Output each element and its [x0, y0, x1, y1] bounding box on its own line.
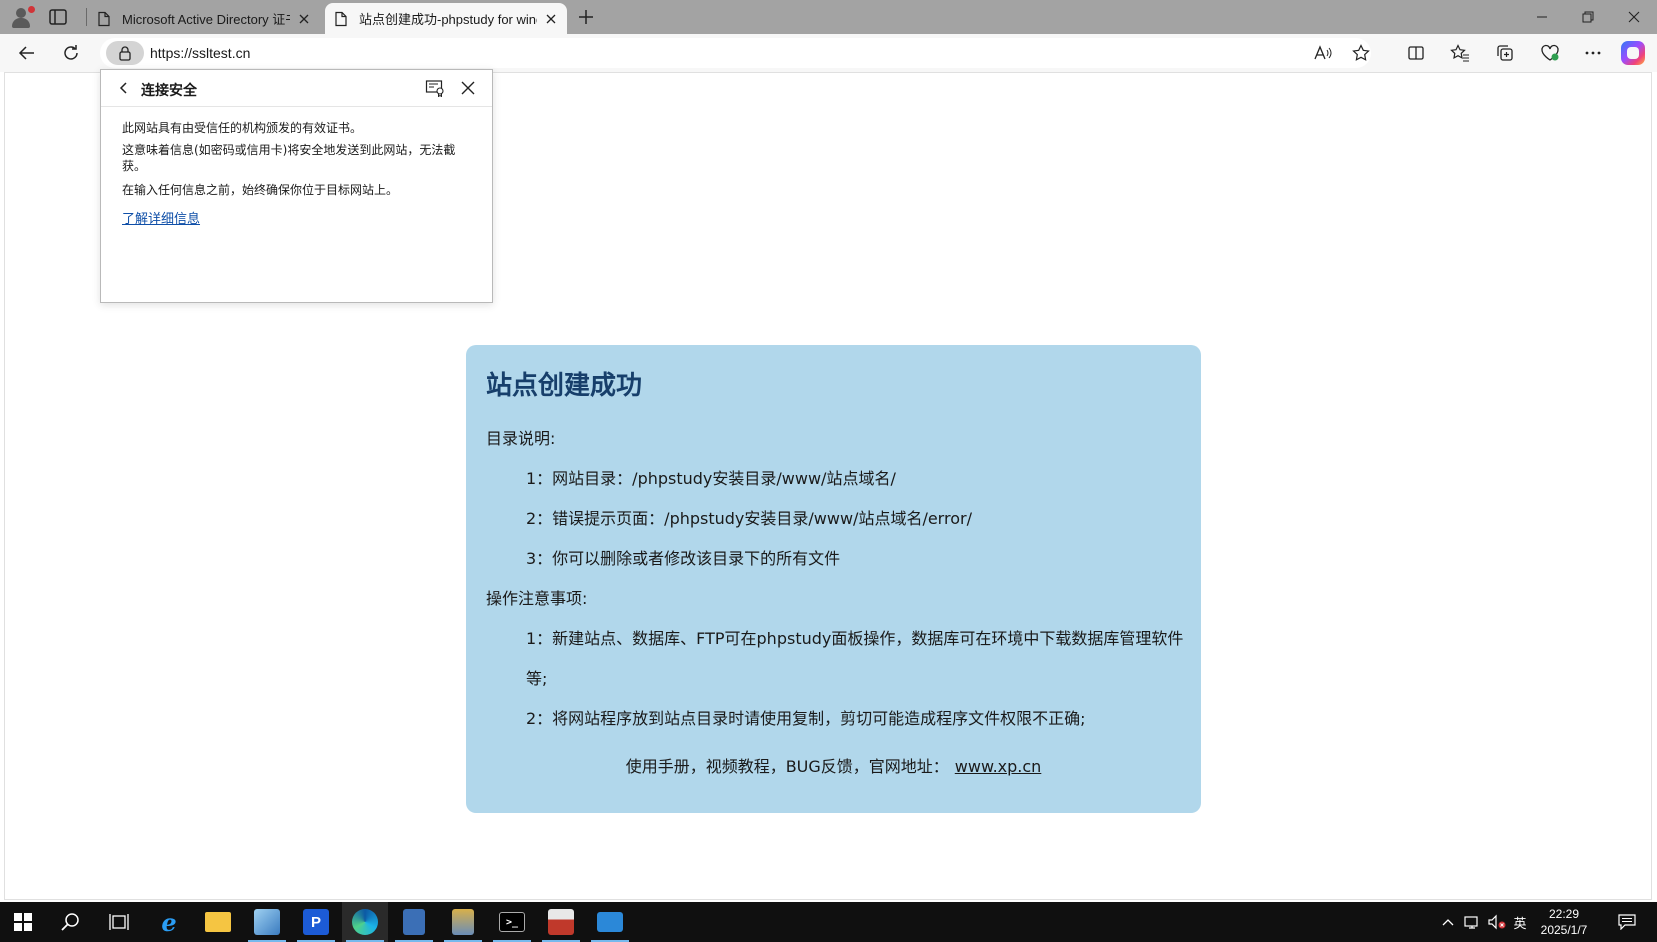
page-icon — [98, 11, 110, 26]
network-icon[interactable] — [1462, 902, 1484, 942]
lock-icon[interactable] — [106, 41, 144, 65]
notifications-icon[interactable] — [1612, 902, 1642, 942]
minimize-icon[interactable] — [1519, 0, 1565, 34]
tab-phpstudy[interactable]: 站点创建成功-phpstudy for windc — [325, 3, 567, 34]
official-site-link[interactable]: www.xp.cn — [955, 757, 1042, 776]
split-screen-icon[interactable] — [1403, 41, 1429, 65]
tab-strip: Microsoft Active Directory 证书服 站点创建成功-ph… — [0, 0, 1657, 34]
certificate-authority-icon[interactable] — [440, 902, 486, 942]
server-manager-icon[interactable] — [391, 902, 437, 942]
close-icon[interactable] — [459, 79, 477, 97]
tab-title: 站点创建成功-phpstudy for windc — [359, 12, 537, 27]
clock[interactable]: 22:29 2025/1/7 — [1534, 906, 1594, 938]
url-text[interactable]: https://ssltest.cn — [150, 45, 250, 61]
dir-item: 2：错误提示页面：/phpstudy安装目录/www/站点域名/error/ — [526, 509, 972, 528]
popup-title: 连接安全 — [141, 83, 197, 99]
windows-taskbar: e P >_ 英 22:29 2025/1/7 — [0, 902, 1657, 942]
popup-text-check-site: 在输入任何信息之前，始终确保你位于目标网站上。 — [122, 183, 399, 197]
dir-heading: 目录说明: — [486, 429, 556, 448]
certificate-icon[interactable] — [425, 79, 445, 97]
browser-toolbar: https://ssltest.cn — [0, 34, 1657, 72]
footer-text: 使用手册，视频教程，BUG反馈，官网地址： — [625, 757, 949, 776]
connection-security-popup: 连接安全 此网站具有由受信任的机构颁发的有效证书。 这意味着信息(如密码或信用卡… — [100, 69, 493, 303]
more-options-icon[interactable] — [1580, 41, 1606, 65]
favorites-icon[interactable] — [1447, 41, 1473, 65]
workspaces-icon[interactable] — [48, 7, 72, 27]
app-icon[interactable] — [538, 902, 584, 942]
internet-explorer-icon[interactable]: e — [146, 902, 192, 942]
note-item-continued: 等; — [526, 669, 548, 688]
tab-title: Microsoft Active Directory 证书服 — [122, 12, 290, 27]
input-method-indicator[interactable]: 英 — [1508, 902, 1532, 942]
popup-header: 连接安全 — [101, 70, 492, 107]
command-prompt-icon[interactable]: >_ — [489, 902, 535, 942]
note-item: 2：将网站程序放到站点目录时请使用复制，剪切可能造成程序文件权限不正确; — [526, 709, 1086, 728]
clock-date: 2025/1/7 — [1540, 923, 1588, 937]
read-aloud-icon[interactable] — [1312, 42, 1334, 64]
note-item: 1：新建站点、数据库、FTP可在phpstudy面板操作，数据库可在环境中下载数… — [526, 629, 1184, 648]
dir-item: 3：你可以删除或者修改该目录下的所有文件 — [526, 549, 841, 568]
page-icon — [335, 11, 347, 26]
page-title: 站点创建成功 — [486, 371, 643, 401]
volume-muted-icon[interactable] — [1486, 902, 1508, 942]
file-explorer-icon[interactable] — [195, 902, 241, 942]
notes-heading: 操作注意事项: — [486, 589, 588, 608]
task-view-icon[interactable] — [96, 902, 142, 942]
dir-item: 1：网站目录：/phpstudy安装目录/www/站点域名/ — [526, 469, 896, 488]
edge-icon[interactable] — [342, 902, 388, 942]
popup-text-secure-send: 这意味着信息(如密码或信用卡)将安全地发送到此网站，无法截获。 — [122, 143, 456, 173]
close-window-icon[interactable] — [1611, 0, 1657, 34]
back-arrow-icon[interactable] — [117, 81, 131, 95]
collections-icon[interactable] — [1492, 41, 1518, 65]
profile-avatar-icon[interactable] — [8, 5, 35, 29]
clock-time: 22:29 — [1548, 907, 1580, 921]
restore-icon[interactable] — [1565, 0, 1611, 34]
start-icon[interactable] — [0, 902, 46, 942]
back-icon[interactable] — [14, 41, 40, 65]
popup-text-valid-cert: 此网站具有由受信任的机构颁发的有效证书。 — [122, 121, 363, 135]
browser-essentials-icon[interactable] — [1537, 41, 1563, 65]
chevron-up-icon[interactable] — [1438, 902, 1458, 942]
close-tab-icon[interactable] — [543, 11, 559, 27]
favorite-star-icon[interactable] — [1350, 42, 1372, 64]
copilot-icon[interactable] — [1621, 41, 1645, 65]
search-icon[interactable] — [48, 902, 94, 942]
new-tab-icon[interactable] — [576, 7, 598, 27]
tab-divider — [86, 8, 87, 26]
card-footer: 使用手册，视频教程，BUG反馈，官网地址： www.xp.cn — [466, 753, 1201, 777]
app-icon[interactable] — [244, 902, 290, 942]
close-tab-icon[interactable] — [296, 11, 312, 27]
remote-desktop-icon[interactable] — [587, 902, 633, 942]
phpstudy-icon[interactable]: P — [293, 902, 339, 942]
address-bar[interactable]: https://ssltest.cn — [100, 38, 1371, 68]
refresh-icon[interactable] — [58, 41, 84, 65]
success-card: 站点创建成功 目录说明: 1：网站目录：/phpstudy安装目录/www/站点… — [466, 345, 1201, 813]
learn-more-link[interactable]: 了解详细信息 — [122, 208, 200, 227]
tab-ad-certificate[interactable]: Microsoft Active Directory 证书服 — [88, 3, 320, 34]
